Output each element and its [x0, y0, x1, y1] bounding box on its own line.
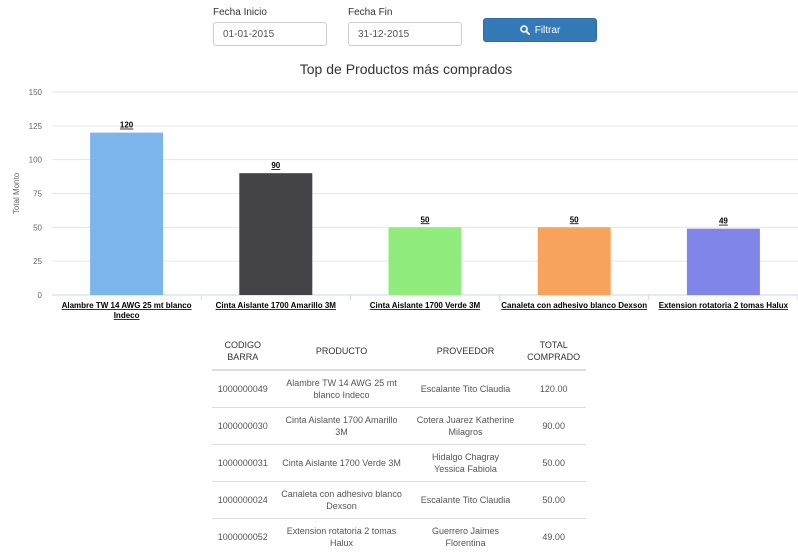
- table-row: 1000000052Extension rotatoria 2 tomasHal…: [212, 519, 586, 555]
- end-date-label: Fecha Fin: [348, 7, 392, 18]
- table-cell: 49.00: [521, 519, 586, 555]
- table-cell: 120.00: [521, 370, 586, 408]
- x-tick-label: Canaleta con adhesivo blanco Dexson: [501, 301, 647, 310]
- y-tick-label: 150: [29, 88, 43, 97]
- bar: [239, 173, 312, 295]
- bar: [538, 227, 611, 295]
- table-cell: Alambre TW 14 AWG 25 mtblanco Indeco: [273, 370, 409, 408]
- table-row: 1000000049Alambre TW 14 AWG 25 mtblanco …: [212, 370, 586, 408]
- table-cell: Extension rotatoria 2 tomasHalux: [273, 519, 409, 555]
- table-cell: 1000000031: [212, 445, 273, 482]
- x-tick-label: Indeco: [114, 311, 140, 320]
- bar: [389, 227, 462, 295]
- bar: [90, 133, 163, 295]
- filter-button-label: Filtrar: [535, 25, 561, 36]
- column-header: PRODUCTO: [273, 333, 409, 370]
- column-header: CODIGOBARRA: [212, 333, 273, 370]
- filter-button[interactable]: Filtrar: [483, 18, 597, 42]
- y-tick-label: 50: [33, 223, 42, 232]
- column-header: PROVEEDOR: [410, 333, 522, 370]
- table-cell: Guerrero JaimesFlorentina: [410, 519, 522, 555]
- table-cell: Cotera Juarez KatherineMilagros: [410, 408, 522, 445]
- start-date-input[interactable]: 01-01-2015: [213, 22, 327, 46]
- table-cell: 1000000049: [212, 370, 273, 408]
- x-tick-label: Alambre TW 14 AWG 25 mt blanco: [62, 301, 192, 310]
- bar-chart: 0 25 50 75 100 125 150 Total Monto 120 Alambre TW…: [0, 80, 798, 330]
- table-cell: Hidalgo ChagrayYessica Fabiola: [410, 445, 522, 482]
- data-label: 90: [271, 161, 280, 170]
- table-header-row: CODIGOBARRAPRODUCTOPROVEEDORTOTALCOMPRAD…: [212, 333, 586, 370]
- table-cell: 50.00: [521, 482, 586, 519]
- table-cell: 90.00: [521, 408, 586, 445]
- x-tick-label: Cinta Aislante 1700 Verde 3M: [370, 301, 481, 310]
- purchases-table: CODIGOBARRAPRODUCTOPROVEEDORTOTALCOMPRAD…: [212, 333, 586, 555]
- data-label: 120: [120, 121, 134, 130]
- table-cell: Cinta Aislante 1700 Verde 3M: [273, 445, 409, 482]
- table-cell: 50.00: [521, 445, 586, 482]
- x-tick-label: Extension rotatoria 2 tomas Halux: [659, 301, 789, 310]
- end-date-input[interactable]: 31-12-2015: [348, 22, 462, 46]
- y-tick-label: 0: [38, 291, 43, 300]
- y-axis-label: Total Monto: [12, 172, 21, 214]
- table-cell: 1000000052: [212, 519, 273, 555]
- y-tick-label: 100: [29, 156, 43, 165]
- table-cell: 1000000030: [212, 408, 273, 445]
- table-cell: Escalante Tito Claudia: [410, 370, 522, 408]
- x-tick-label: Cinta Aislante 1700 Amarillo 3M: [216, 301, 337, 310]
- table-cell: Canaleta con adhesivo blancoDexson: [273, 482, 409, 519]
- search-icon: [520, 25, 530, 35]
- table-row: 1000000024Canaleta con adhesivo blancoDe…: [212, 482, 586, 519]
- data-label: 50: [570, 215, 579, 224]
- bar: [687, 229, 760, 295]
- y-tick-label: 125: [29, 122, 43, 131]
- table-cell: Cinta Aislante 1700 Amarillo3M: [273, 408, 409, 445]
- column-header: TOTALCOMPRADO: [521, 333, 586, 370]
- start-date-label: Fecha Inicio: [213, 7, 267, 18]
- y-tick-label: 75: [33, 190, 42, 199]
- data-label: 50: [421, 215, 430, 224]
- table-row: 1000000030Cinta Aislante 1700 Amarillo3M…: [212, 408, 586, 445]
- y-tick-label: 25: [33, 257, 42, 266]
- chart-title: Top de Productos más comprados: [0, 61, 798, 77]
- table-cell: 1000000024: [212, 482, 273, 519]
- table-body: 1000000049Alambre TW 14 AWG 25 mtblanco …: [212, 370, 586, 555]
- table-row: 1000000031Cinta Aislante 1700 Verde 3MHi…: [212, 445, 586, 482]
- table-cell: Escalante Tito Claudia: [410, 482, 522, 519]
- data-label: 49: [719, 217, 728, 226]
